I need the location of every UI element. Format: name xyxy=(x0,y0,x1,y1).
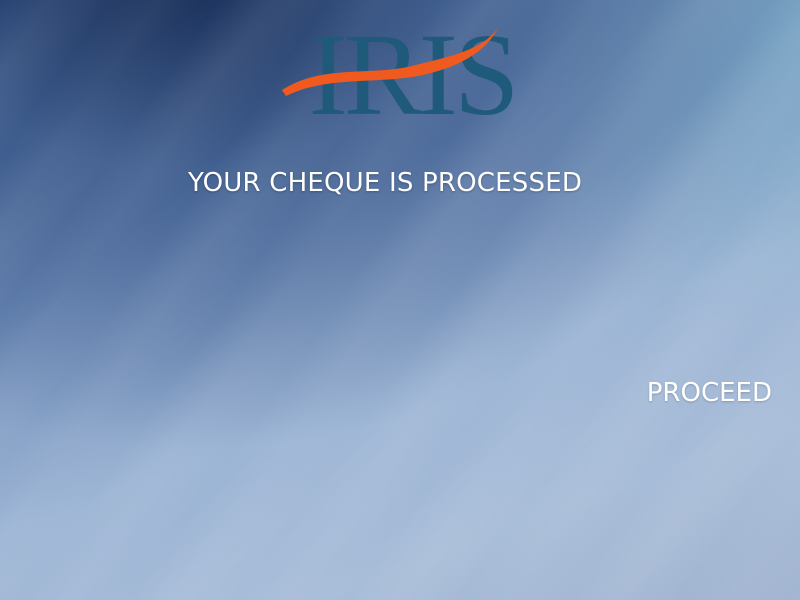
proceed-button[interactable]: PROCEED xyxy=(647,378,772,408)
iris-logo-graphic: IRIS xyxy=(282,14,519,126)
page-title: YOUR CHEQUE IS PROCESSED xyxy=(187,168,583,198)
iris-logo: IRIS xyxy=(262,14,562,126)
